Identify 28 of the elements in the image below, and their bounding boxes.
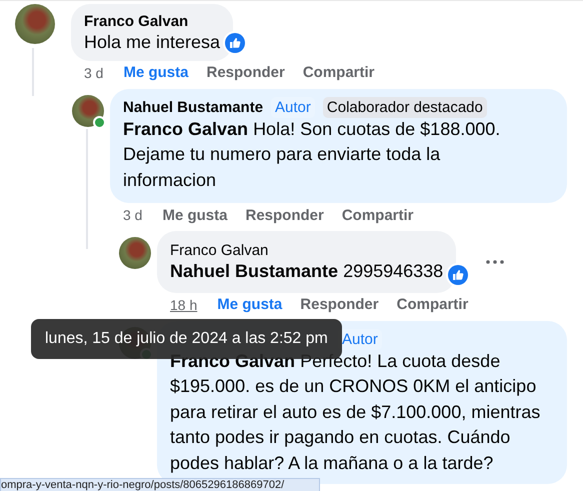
date-tooltip: lunes, 15 de julio de 2024 a las 2:52 pm <box>31 319 342 359</box>
comment-text: Hola me interesa <box>84 31 220 54</box>
comment-time[interactable]: 3 d <box>84 64 104 80</box>
author-name[interactable]: Franco Galvan <box>84 12 188 30</box>
comment-text: Franco Galvan Hola! Son cuotas de $188.000. Dejame tu numero para enviarte toda la informacion <box>123 118 502 192</box>
comment-action[interactable]: Responder <box>300 296 379 313</box>
comment-action[interactable]: Compartir <box>302 64 375 81</box>
more-options-icon[interactable] <box>486 260 504 264</box>
author-name[interactable]: Nahuel Bustamante <box>123 99 264 116</box>
avatar[interactable] <box>15 4 55 44</box>
comment-action[interactable]: Me gusta <box>123 64 188 81</box>
avatar[interactable] <box>119 237 151 269</box>
author-badge: Autor <box>271 97 315 118</box>
status-url: ompra-y-venta-nqn-y-rio-negro/posts/8065296186869702/ <box>0 478 320 491</box>
comment-action[interactable]: Compartir <box>342 206 414 224</box>
comment-action[interactable]: Responder <box>245 206 324 224</box>
comment-action[interactable]: Me gusta <box>162 206 228 224</box>
author-name[interactable]: Franco Galvan <box>170 242 268 258</box>
comment-time[interactable]: 18 h <box>170 296 198 312</box>
avatar[interactable] <box>72 94 104 126</box>
like-reaction-icon[interactable] <box>223 30 248 54</box>
comment-action[interactable]: Compartir <box>396 296 468 313</box>
comment-action[interactable]: Me gusta <box>217 296 282 313</box>
comment-time[interactable]: 3 d <box>123 207 142 223</box>
comment-action[interactable]: Responder <box>206 64 285 81</box>
like-reaction-icon[interactable] <box>446 262 470 286</box>
author-badge: Colaborador destacado <box>322 97 487 118</box>
comment-text: Nahuel Bustamante 2995946338 <box>170 260 444 283</box>
